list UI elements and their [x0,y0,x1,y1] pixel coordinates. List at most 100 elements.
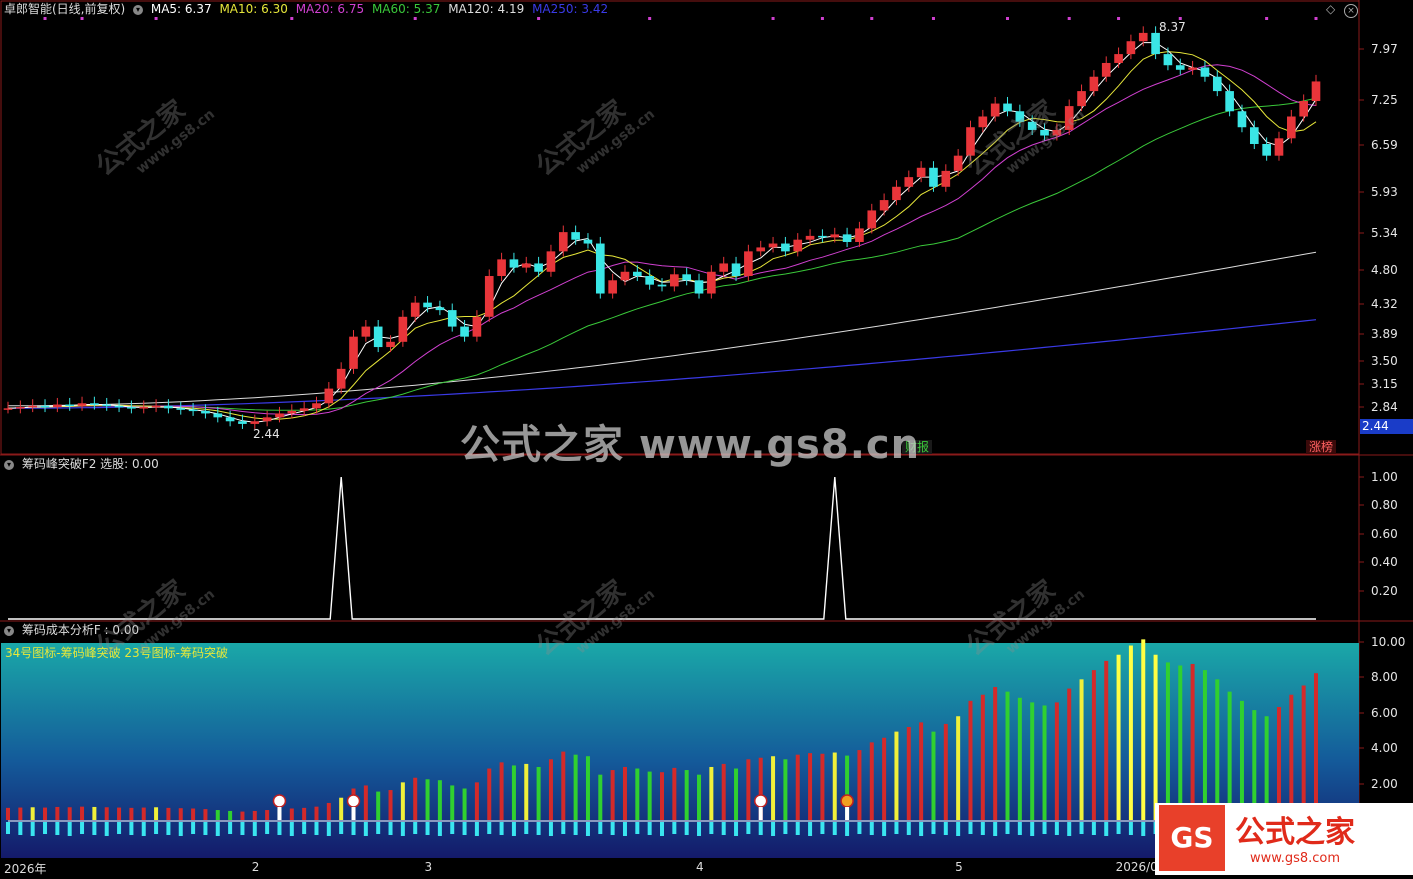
candle-body [262,417,272,422]
indicator1-toggle-icon[interactable]: ▾ [4,459,14,470]
settings-toggle-icon[interactable]: ▾ [133,4,144,15]
x-axis-label: 3 [424,860,433,874]
cost-bar-upper [1301,685,1306,820]
candle-body [1163,54,1173,66]
candle-body [16,407,25,409]
cost-bar-upper [709,766,714,820]
cost-bar-lower [993,822,998,836]
ma10-label: MA10: 6.30 [219,2,288,16]
ma60-line [7,97,1317,411]
cost-bar-lower [215,822,220,836]
cost-bar-upper [252,810,257,820]
cost-bar-lower [265,822,270,834]
cost-bar-lower [1005,822,1010,834]
cost-bar-upper [684,770,689,820]
candle-body [40,405,50,408]
diamond-icon[interactable]: ◇ [1326,1,1335,17]
cost-bar-upper [43,807,48,820]
cost-bar-upper [6,807,10,820]
cost-bar-lower [808,822,813,836]
logo-url: www.gs8.com [1250,851,1341,866]
cost-bar-lower [376,822,381,834]
close-panel-icon[interactable]: × [1344,1,1362,18]
cost-bar-lower [869,822,874,835]
candle-body [497,259,506,277]
cost-bar-lower [758,822,763,835]
candle-body [904,177,914,187]
candle-body [435,307,445,311]
y-tick-label: 6.59 [1371,138,1398,152]
y-tick-label: 3.89 [1371,327,1398,341]
cost-bar-upper [474,782,479,820]
logo-name: 公式之家 [1235,815,1355,850]
cost-bar-upper [968,700,973,820]
indicator1-title: 筹码峰突破F2 选股: 0.00 [21,457,159,471]
cost-bar-lower [388,822,393,835]
candle-body [916,167,926,178]
cost-bar-lower [351,822,356,835]
cost-bar-lower [425,822,430,835]
signal-dot [413,17,417,20]
candle-body [1101,62,1111,77]
cost-bar-upper [1091,670,1096,820]
candle-body [509,259,519,268]
cost-bar-lower [339,822,344,834]
candle-body [460,326,469,337]
candle-body [768,243,778,248]
y-tick-label: 8.00 [1371,670,1398,684]
cost-bar-upper [721,763,726,820]
y-tick-label: 1.00 [1371,470,1398,484]
cost-bar-upper [326,802,331,820]
candle-body [1225,91,1234,112]
ma5-line [7,42,1317,423]
cost-bar-lower [178,822,183,836]
cost-bar-lower [277,822,282,835]
cost-bar-upper [1289,694,1294,820]
cost-bar-upper [882,737,887,820]
cost-bar-upper [585,756,590,820]
limit-up-tag[interactable]: 涨榜 [1306,440,1337,454]
candle-body [781,243,790,252]
signal-dot [80,17,84,20]
cost-bar-upper [141,807,146,820]
candle-body [336,368,346,389]
cost-bar-upper [672,767,677,820]
candle-body [188,409,198,412]
candle-body [1089,76,1099,92]
cost-bar-lower [746,822,751,834]
cost-bar-upper [240,811,245,820]
candle-body [805,235,815,240]
cost-bar-upper [265,810,270,820]
cost-bar-lower [462,822,467,835]
cost-bar-upper [178,808,183,820]
cost-bar-lower [228,822,233,834]
candle-body [990,103,1000,117]
signal-dot [1067,17,1071,20]
candle-body [484,276,494,317]
cost-bar-lower [129,822,134,835]
cost-bar-upper [450,785,455,820]
cost-bar-upper [1190,663,1195,820]
indicator2-toggle-icon[interactable]: ▾ [4,625,14,636]
cost-bar-lower [598,822,603,834]
candle-body [1299,101,1308,117]
cost-bar-upper [104,807,109,820]
candle-body [349,336,358,369]
cost-bar-upper [660,772,664,820]
cost-bar-upper [820,753,825,820]
candle-body [287,410,297,414]
signal-dot [154,17,158,20]
cost-bar-upper [462,788,467,820]
cost-bar-upper [499,762,504,820]
candle-body [670,274,679,287]
cost-bar-upper [1104,660,1109,820]
cost-bar-upper [1079,679,1084,820]
stock-title: 卓郎智能(日线,前复权) [4,2,126,16]
cost-bar-lower [1104,822,1109,836]
cost-bar-upper [783,759,788,820]
candle-body [842,234,852,242]
cost-bar-lower [104,822,109,836]
candle-body [941,170,951,187]
gs8-logo: GS 公式之家 www.gs8.com [1155,803,1413,875]
candle-body [77,403,87,406]
